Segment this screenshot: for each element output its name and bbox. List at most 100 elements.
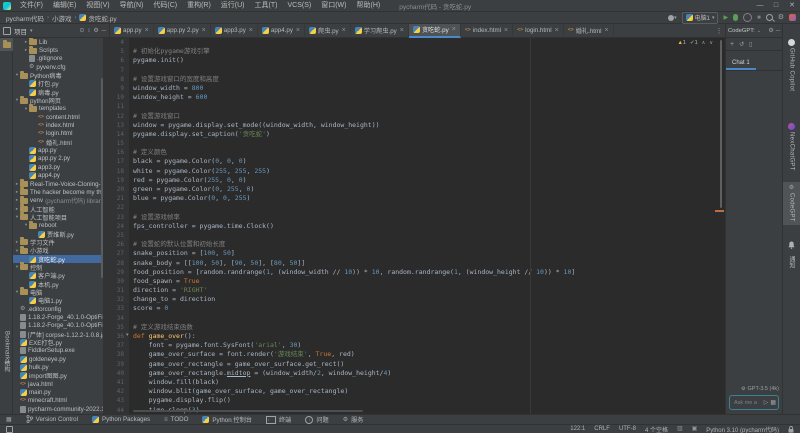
line-number[interactable]: 27 [103, 249, 129, 258]
editor-tab[interactable]: app3.py× [211, 24, 258, 38]
debug-button[interactable] [733, 14, 738, 21]
tree-row[interactable]: ▾templates [13, 105, 103, 113]
tree-row[interactable]: EXE打包.py [13, 338, 103, 346]
line-number[interactable]: 14 [103, 130, 129, 139]
tree-row[interactable]: <>java.html [13, 380, 103, 388]
minimize-button[interactable]: — [752, 0, 768, 12]
fold-marker[interactable]: ▾ [126, 333, 129, 338]
line-number[interactable]: 20 [103, 185, 129, 194]
maximize-button[interactable]: □ [768, 0, 784, 12]
tree-row[interactable]: app4.py [13, 172, 103, 180]
line-number[interactable]: 34 [103, 314, 129, 323]
close-tab-icon[interactable]: × [605, 27, 609, 34]
line-number[interactable]: 26 [103, 240, 129, 249]
structure-toolwindow-button[interactable]: 结构 [0, 360, 13, 373]
search-everywhere-button[interactable] [766, 14, 773, 21]
code-area[interactable]: # 初始化pygame游戏引擎pygame.init()# 设置游戏窗口的宽度和… [133, 38, 725, 414]
line-number[interactable]: 16 [103, 148, 129, 157]
line-number[interactable]: 4 [103, 38, 129, 47]
file-encoding[interactable]: UTF-8 [619, 426, 636, 432]
bookmarks-toolwindow-button[interactable]: Bookmarks [0, 341, 13, 354]
close-tab-icon[interactable]: × [555, 27, 559, 34]
more-tabs-button[interactable]: ⋮ [713, 27, 725, 35]
toolwindow-button-codegpt[interactable]: ⚙CodeGPT [783, 182, 800, 225]
editor-tab[interactable]: <>index.html× [461, 24, 513, 38]
line-number[interactable]: 6 [103, 56, 129, 65]
code-editor[interactable]: 4567891011121314151617181920212223242526… [103, 38, 725, 414]
breadcrumb-item[interactable]: 小游戏 [52, 13, 72, 23]
tree-row[interactable]: <>minecraft.html [13, 397, 103, 405]
line-number[interactable]: 13 [103, 121, 129, 130]
tree-row[interactable]: <>content.html [13, 113, 103, 121]
status-left-icon[interactable] [6, 426, 13, 433]
chevron-down-icon[interactable]: ▾ [30, 28, 33, 34]
tree-row[interactable]: 本机.py [13, 280, 103, 288]
tree-row[interactable]: app3.py [13, 163, 103, 171]
line-number[interactable]: 8 [103, 75, 129, 84]
template-icon[interactable]: ▦ [770, 400, 776, 406]
tree-row[interactable]: 贪吃蛇.py [13, 255, 103, 263]
stop-button[interactable]: ■ [757, 15, 761, 21]
model-selector[interactable]: ⚙ GPT-3.5 (4k) [726, 385, 782, 393]
tree-row[interactable]: ▸Real-Time-Voice-Cloning-m [13, 180, 103, 188]
menu-item[interactable]: 视图(V) [81, 0, 114, 12]
tree-row[interactable]: ▸Lib [13, 38, 103, 46]
menu-item[interactable]: 运行(U) [216, 0, 250, 12]
editor-tab[interactable]: 学习爬虫.py× [351, 24, 409, 38]
codegpt-settings-button[interactable]: ⚙ [768, 28, 773, 34]
close-button[interactable]: ✕ [784, 0, 800, 12]
line-number[interactable]: 23 [103, 213, 129, 222]
menu-item[interactable]: 编辑(E) [48, 0, 81, 12]
tree-row[interactable]: ▸Scripts [13, 46, 103, 54]
menu-item[interactable]: 代码(C) [148, 0, 182, 12]
line-number[interactable]: 42 [103, 387, 129, 396]
line-number[interactable]: 37 [103, 341, 129, 350]
editor-tab[interactable]: app.py 2.py× [154, 24, 211, 38]
screen-reader-icon[interactable]: ▣ [692, 426, 698, 432]
hide-panel-button[interactable]: ─ [102, 28, 106, 34]
collapse-all-button[interactable]: ↕ [87, 28, 90, 34]
panel-settings-button[interactable]: ⚙ [93, 28, 98, 34]
tree-row[interactable]: ▸venv(pycharm代码) librar [13, 197, 103, 205]
editor-tab[interactable]: app.py× [110, 24, 154, 38]
editor-vertical-scrollbar[interactable] [720, 40, 722, 208]
close-tab-icon[interactable]: × [342, 27, 346, 34]
menu-item[interactable]: VCS(S) [282, 0, 316, 12]
toolwindow-button-问题[interactable]: !问题 [305, 415, 328, 424]
tree-row[interactable]: goldeneye.py [13, 355, 103, 363]
line-number[interactable]: 17 [103, 157, 129, 166]
line-number[interactable]: 35 [103, 323, 129, 332]
line-number[interactable]: 41 [103, 378, 129, 387]
toolwindow-button-python-控制台[interactable]: Python 控制台 [202, 415, 252, 424]
error-stripe-mark[interactable] [715, 210, 724, 212]
tree-row[interactable]: FiddlerSetup.exe [13, 347, 103, 355]
tree-row[interactable]: ⚙.editorconfig [13, 305, 103, 313]
profile-button[interactable]: ▾ [668, 15, 677, 21]
tree-row[interactable]: ▸学习文件 [13, 238, 103, 246]
line-number[interactable]: 21 [103, 194, 129, 203]
line-number[interactable]: 32 [103, 295, 129, 304]
python-interpreter[interactable]: Python 3.10 (pycharm代码) [706, 425, 779, 433]
tree-row[interactable]: import图图.py [13, 372, 103, 380]
editor-tab[interactable]: app4.py× [258, 24, 305, 38]
line-number[interactable]: 7 [103, 66, 129, 75]
locate-file-button[interactable]: ⊙ [79, 28, 84, 34]
line-number[interactable]: 44 [103, 406, 129, 415]
next-problem-button[interactable]: ∨ [709, 40, 713, 46]
menu-item[interactable]: 导航(N) [115, 0, 149, 12]
line-number[interactable]: 25 [103, 231, 129, 240]
send-icon[interactable]: ▷ [764, 400, 769, 406]
toolwindow-button-github-copilot[interactable]: GitHub Copilot [783, 36, 800, 94]
editor-tab[interactable]: 贪吃蛇.py× [409, 24, 461, 38]
tree-row[interactable]: <>婚礼.html [13, 138, 103, 146]
menu-item[interactable]: 帮助(H) [351, 0, 385, 12]
prev-problem-button[interactable]: ∧ [702, 40, 706, 46]
column-mode-icon[interactable]: ▥ [677, 426, 683, 432]
line-number[interactable]: 12 [103, 112, 129, 121]
inspections-widget[interactable]: ▲1 ✔1 ∧ ∨ [677, 40, 713, 46]
line-number[interactable]: 18 [103, 167, 129, 176]
codegpt-hide-button[interactable]: ─ [776, 28, 780, 34]
toolwindow-button-python-packages[interactable]: Python Packages [92, 416, 150, 423]
tree-row[interactable]: 电脑1.py [13, 297, 103, 305]
run-button[interactable]: ▶ [723, 15, 728, 21]
